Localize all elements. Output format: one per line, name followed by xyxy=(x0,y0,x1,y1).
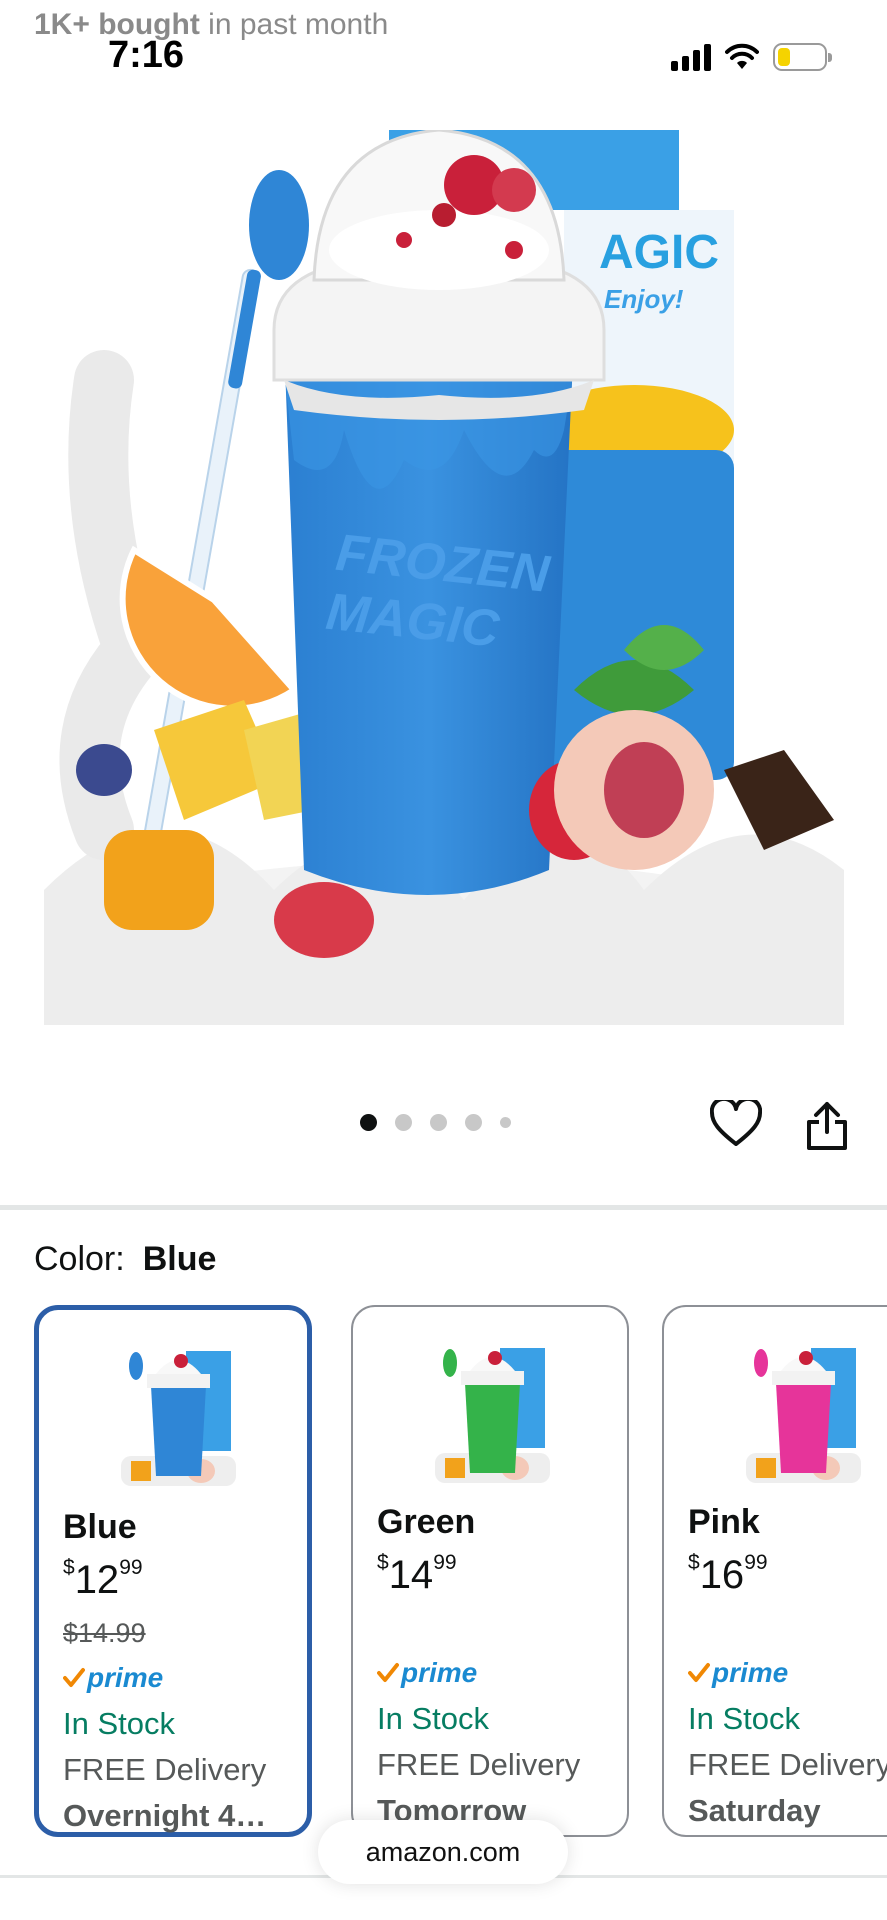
swatch-delivery-date: Overnight 4… xyxy=(63,1798,267,1833)
box-sub-text: Enjoy! xyxy=(604,284,684,314)
prime-badge: prime xyxy=(688,1657,788,1689)
product-image[interactable]: AGIC Enjoy! FROZEN MAGIC xyxy=(44,128,844,1040)
swatch-delivery-date: Saturday xyxy=(688,1793,821,1828)
status-time: 7:16 xyxy=(108,34,185,76)
cellular-signal-icon xyxy=(671,43,711,71)
swatch-price: $1699 xyxy=(688,1551,768,1597)
swatch-stock: In Stock xyxy=(688,1701,800,1736)
color-selected-value: Blue xyxy=(142,1240,217,1278)
swatch-cup xyxy=(465,1383,520,1473)
bought-period: in past month xyxy=(199,8,389,41)
prime-badge: prime xyxy=(63,1662,163,1694)
battery-icon xyxy=(773,43,832,71)
swatch-thumbnail xyxy=(121,1351,236,1486)
swatch-thumbnail xyxy=(746,1348,861,1483)
browser-url-bar[interactable]: amazon.com xyxy=(318,1820,568,1884)
swatch-stock: In Stock xyxy=(377,1701,489,1736)
prime-check-icon xyxy=(63,1668,85,1687)
bought-count-banner: 1K+ bought in past month xyxy=(34,8,388,42)
carousel-dot[interactable] xyxy=(500,1117,511,1128)
url-text: amazon.com xyxy=(365,1836,521,1867)
prime-badge: prime xyxy=(377,1657,477,1689)
carousel-dot[interactable] xyxy=(465,1114,482,1131)
swatch-name: Green xyxy=(377,1503,476,1541)
box-brand-text: AGIC xyxy=(599,226,719,279)
swatch-delivery: FREE Delivery xyxy=(63,1752,267,1787)
color-label: Color: xyxy=(34,1240,125,1278)
product-image-art: AGIC Enjoy! FROZEN MAGIC xyxy=(44,128,844,1040)
swatch-card-green[interactable]: Green $1499 prime In Stock FREE Delivery… xyxy=(351,1305,629,1837)
swatch-cup xyxy=(776,1383,831,1473)
prime-check-icon xyxy=(688,1663,710,1682)
wifi-icon xyxy=(725,43,759,69)
swatch-cup xyxy=(151,1386,206,1476)
swatch-delivery: FREE Delivery xyxy=(377,1747,581,1782)
section-divider xyxy=(0,1205,887,1210)
prime-check-icon xyxy=(377,1663,399,1682)
color-selector-label: Color: Blue xyxy=(34,1240,216,1279)
swatch-price: $1499 xyxy=(377,1551,457,1597)
swatch-stock: In Stock xyxy=(63,1706,175,1741)
swatch-thumbnail xyxy=(435,1348,550,1483)
swatch-name: Pink xyxy=(688,1503,760,1541)
swatch-delivery: FREE Delivery xyxy=(688,1747,887,1782)
status-icons xyxy=(671,40,832,74)
swatch-card-pink[interactable]: Pink $1699 prime In Stock FREE Delivery … xyxy=(662,1305,887,1837)
heart-icon[interactable] xyxy=(710,1100,762,1148)
swatch-list-price: $14.99 xyxy=(63,1618,146,1648)
share-icon[interactable] xyxy=(805,1100,849,1152)
carousel-indicator[interactable] xyxy=(360,1114,511,1131)
carousel-dot[interactable] xyxy=(360,1114,377,1131)
carousel-dot[interactable] xyxy=(395,1114,412,1131)
swatch-card-blue[interactable]: Blue $1299 $14.99 prime In Stock FREE De… xyxy=(34,1305,312,1837)
swatch-price: $1299 xyxy=(63,1556,143,1602)
carousel-dot[interactable] xyxy=(430,1114,447,1131)
swatch-name: Blue xyxy=(63,1508,137,1546)
